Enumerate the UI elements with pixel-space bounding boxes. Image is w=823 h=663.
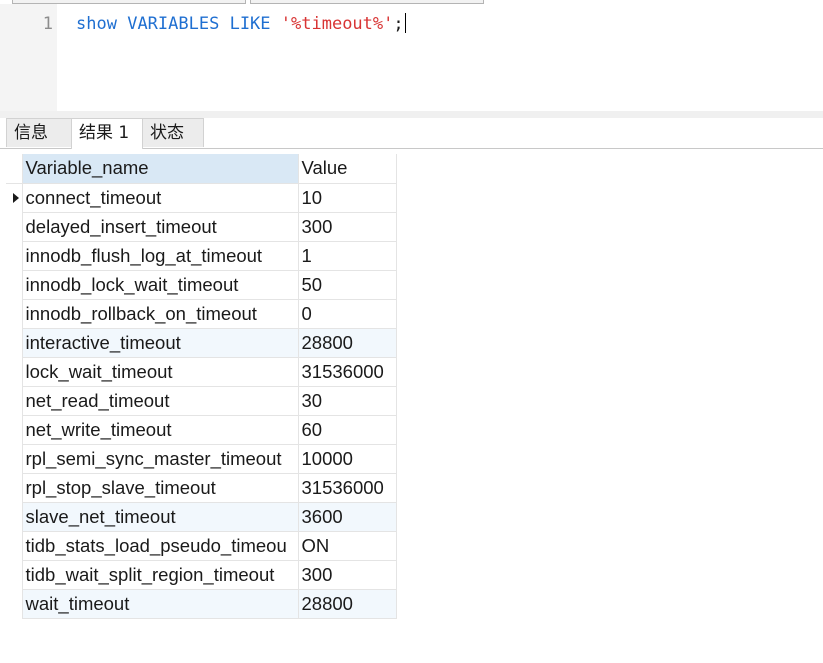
column-header-value[interactable]: Value <box>298 154 397 184</box>
cell-value[interactable]: 10000 <box>298 444 397 474</box>
cell-value[interactable]: 300 <box>298 212 397 242</box>
sql-keyword-show: show <box>76 14 117 34</box>
cell-value[interactable]: 3600 <box>298 502 397 532</box>
sql-terminator: ; <box>393 14 404 34</box>
table-row[interactable]: rpl_semi_sync_master_timeout 10000 <box>6 444 397 474</box>
row-indicator[interactable] <box>6 531 23 560</box>
cell-variable-name[interactable]: connect_timeout <box>22 183 299 213</box>
cell-variable-name[interactable]: innodb_rollback_on_timeout <box>22 299 299 329</box>
cell-variable-name[interactable]: delayed_insert_timeout <box>22 212 299 242</box>
table-row[interactable]: innodb_lock_wait_timeout 50 <box>6 270 397 300</box>
column-header-variable-name[interactable]: Variable_name <box>22 154 299 184</box>
row-indicator[interactable] <box>6 589 23 618</box>
cell-variable-name[interactable]: wait_timeout <box>22 589 299 619</box>
result-table: Variable_name Value connect_timeout 10 del… <box>6 154 397 619</box>
cell-value[interactable]: 300 <box>298 560 397 590</box>
cell-variable-name[interactable]: interactive_timeout <box>22 328 299 358</box>
sql-keyword-variables: VARIABLES <box>127 14 220 34</box>
cell-variable-name[interactable]: tidb_stats_load_pseudo_timeou <box>22 531 299 561</box>
current-row-arrow-icon <box>13 192 19 203</box>
table-row[interactable]: lock_wait_timeout 31536000 <box>6 357 397 387</box>
cell-value[interactable]: ON <box>298 531 397 561</box>
row-indicator[interactable] <box>6 212 23 241</box>
text-cursor <box>404 13 406 33</box>
table-row[interactable]: net_read_timeout 30 <box>6 386 397 416</box>
sql-code-line[interactable]: show VARIABLES LIKE '%timeout%'; <box>76 13 406 35</box>
row-indicator[interactable] <box>6 328 23 357</box>
cell-variable-name[interactable]: lock_wait_timeout <box>22 357 299 387</box>
cell-variable-name[interactable]: rpl_stop_slave_timeout <box>22 473 299 503</box>
table-row[interactable]: interactive_timeout 28800 <box>6 328 397 358</box>
cell-variable-name[interactable]: net_write_timeout <box>22 415 299 445</box>
table-row[interactable]: connect_timeout 10 <box>6 183 397 213</box>
row-indicator[interactable] <box>6 560 23 589</box>
cell-value[interactable]: 31536000 <box>298 357 397 387</box>
table-row[interactable]: net_write_timeout 60 <box>6 415 397 445</box>
row-indicator[interactable] <box>6 386 23 415</box>
table-row[interactable]: innodb_flush_log_at_timeout 1 <box>6 241 397 271</box>
table-row[interactable]: wait_timeout 28800 <box>6 589 397 619</box>
cell-variable-name[interactable]: innodb_lock_wait_timeout <box>22 270 299 300</box>
tab-info-label: 信息 <box>14 123 48 143</box>
row-indicator[interactable] <box>6 444 23 473</box>
tab-status[interactable]: 状态 <box>142 118 204 147</box>
table-header-row: Variable_name Value <box>6 154 397 184</box>
row-indicator[interactable] <box>6 415 23 444</box>
cell-value[interactable]: 0 <box>298 299 397 329</box>
row-indicator[interactable] <box>6 183 23 212</box>
table-row[interactable]: rpl_stop_slave_timeout 31536000 <box>6 473 397 503</box>
tab-result-1[interactable]: 结果 1 <box>71 118 143 149</box>
sql-editor[interactable]: 1 show VARIABLES LIKE '%timeout%'; <box>0 4 823 111</box>
table-row[interactable]: tidb_stats_load_pseudo_timeou ON <box>6 531 397 561</box>
row-indicator[interactable] <box>6 299 23 328</box>
cell-variable-name[interactable]: rpl_semi_sync_master_timeout <box>22 444 299 474</box>
line-number: 1 <box>42 14 53 34</box>
row-indicator[interactable] <box>6 357 23 386</box>
cell-variable-name[interactable]: innodb_flush_log_at_timeout <box>22 241 299 271</box>
cell-value[interactable]: 50 <box>298 270 397 300</box>
cell-variable-name[interactable]: tidb_wait_split_region_timeout <box>22 560 299 590</box>
tab-result-1-label: 结果 1 <box>79 123 130 143</box>
table-row[interactable]: innodb_rollback_on_timeout 0 <box>6 299 397 329</box>
row-indicator[interactable] <box>6 502 23 531</box>
cell-value[interactable]: 28800 <box>298 589 397 619</box>
table-body: connect_timeout 10 delayed_insert_timeout 3… <box>6 183 397 619</box>
line-number-gutter: 1 <box>0 4 57 111</box>
cell-value[interactable]: 28800 <box>298 328 397 358</box>
cell-value[interactable]: 10 <box>298 183 397 213</box>
sql-keyword-like: LIKE <box>229 14 271 34</box>
cell-value[interactable]: 31536000 <box>298 473 397 503</box>
row-indicator-header <box>6 154 23 184</box>
cell-variable-name[interactable]: slave_net_timeout <box>22 502 299 532</box>
editor-results-splitter[interactable] <box>0 111 823 118</box>
table-row[interactable]: delayed_insert_timeout 300 <box>6 212 397 242</box>
cell-value[interactable]: 60 <box>298 415 397 445</box>
result-grid[interactable]: Variable_name Value connect_timeout 10 del… <box>6 154 397 619</box>
tab-info[interactable]: 信息 <box>6 118 72 147</box>
result-tabbar: 信息 结果 1 状态 <box>0 118 823 149</box>
row-indicator[interactable] <box>6 270 23 299</box>
cell-variable-name[interactable]: net_read_timeout <box>22 386 299 416</box>
cell-value[interactable]: 30 <box>298 386 397 416</box>
row-indicator[interactable] <box>6 241 23 270</box>
table-row[interactable]: tidb_wait_split_region_timeout 300 <box>6 560 397 590</box>
row-indicator[interactable] <box>6 473 23 502</box>
table-row[interactable]: slave_net_timeout 3600 <box>6 502 397 532</box>
cell-value[interactable]: 1 <box>298 241 397 271</box>
sql-pattern-string: '%timeout%' <box>280 14 394 34</box>
tab-status-label: 状态 <box>150 123 184 143</box>
